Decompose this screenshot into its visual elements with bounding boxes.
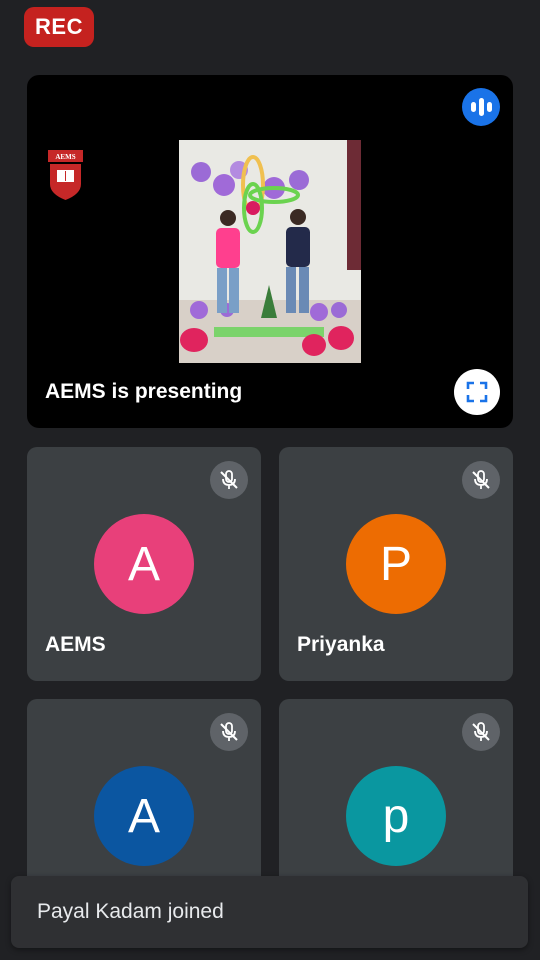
- participant-tile[interactable]: P Priyanka: [279, 447, 513, 681]
- mic-off-icon: [210, 713, 248, 751]
- participant-tile[interactable]: A AEMS: [27, 447, 261, 681]
- svg-text:AEMS: AEMS: [55, 153, 75, 161]
- join-notification: Payal Kadam joined: [11, 876, 528, 948]
- participant-name: Priyanka: [297, 633, 385, 656]
- fullscreen-icon: [466, 381, 488, 403]
- presenting-label: AEMS is presenting: [45, 380, 243, 403]
- avatar: A: [94, 766, 194, 866]
- mic-off-icon: [462, 461, 500, 499]
- participant-name: AEMS: [45, 633, 106, 656]
- notification-text: Payal Kadam joined: [37, 900, 224, 923]
- mic-off-icon: [210, 461, 248, 499]
- avatar: P: [346, 514, 446, 614]
- mic-off-icon: [462, 713, 500, 751]
- fullscreen-button[interactable]: [454, 369, 500, 415]
- school-logo: AEMS: [48, 150, 83, 200]
- shared-screen-photo: [179, 140, 361, 363]
- presentation-tile[interactable]: AEMS AEMS is presenting: [27, 75, 513, 428]
- avatar: p: [346, 766, 446, 866]
- audio-bars-icon: [462, 88, 500, 126]
- avatar: A: [94, 514, 194, 614]
- recording-badge: REC: [24, 7, 94, 47]
